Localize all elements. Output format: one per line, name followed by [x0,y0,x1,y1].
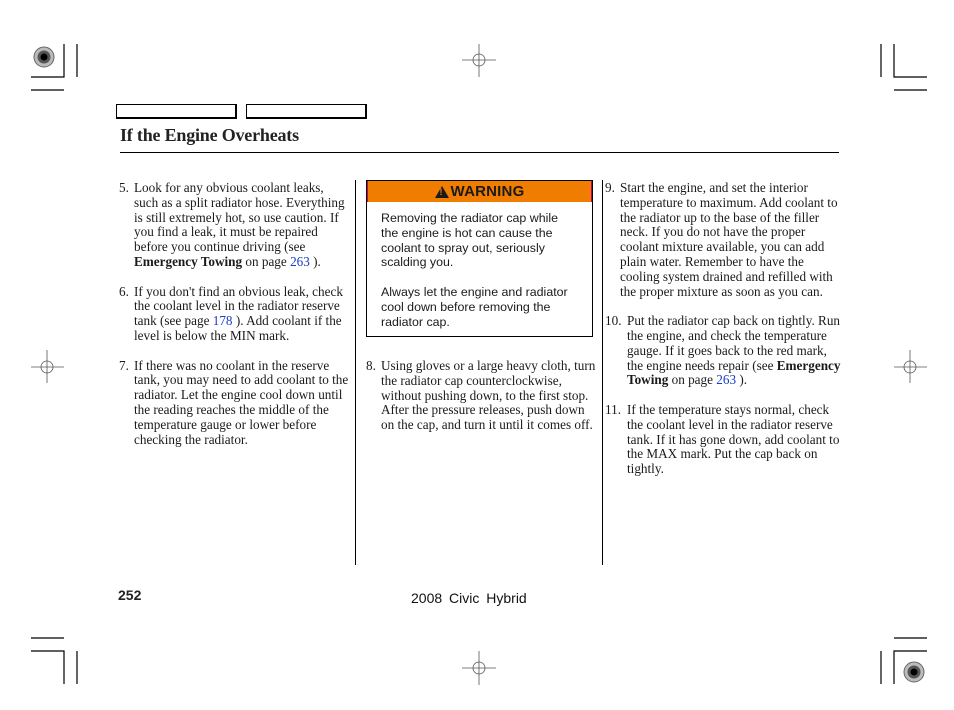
header-tab-2[interactable] [246,104,367,119]
warning-label: WARNING [450,183,525,200]
step-text: ). [736,372,748,388]
list-item: 5. Look for any obvious coolant leaks, su… [119,180,351,270]
cross-reference-title: Emergency Towing [134,253,243,269]
header-tab-1[interactable] [116,104,237,119]
column-divider-2 [602,180,603,565]
list-item: 6. If you don't find an obvious leak, che… [119,283,351,344]
step-number: 8. [366,358,376,373]
list-item: 7. If there was no coolant in the reserve… [119,357,351,448]
step-text: on page [242,253,291,269]
warning-header: WARNING [367,181,592,202]
step-number: 9. [605,180,615,195]
step-number: 7. [119,357,129,373]
column-left: 5. Look for any obvious coolant leaks, su… [119,180,351,462]
footer-model-name: 2008 Civic Hybrid [411,590,527,606]
step-number: 5. [119,180,129,195]
page-title: If the Engine Overheats [120,125,299,145]
step-number: 6. [119,283,129,299]
warning-triangle-icon [434,185,449,198]
page-link[interactable]: 263 [290,254,310,269]
step-text: ). [309,253,321,269]
step-text: Using gloves or a large heavy cloth, tur… [381,358,596,433]
list-item: 9. Start the engine, and set the interior… [605,180,841,299]
page-link[interactable]: 263 [716,372,736,387]
column-right: 9. Start the engine, and set the interior… [605,180,841,492]
step-text: Start the engine, and set the interior t… [620,180,838,299]
step-text: Look for any obvious coolant leaks, such… [134,180,345,255]
page-number: 252 [118,587,142,603]
step-text: If the temperature stays normal, check t… [627,401,840,477]
list-item: 11. If the temperature stays normal, chec… [605,401,841,477]
column-divider-1 [355,180,356,565]
list-item: 8. Using gloves or a large heavy cloth, t… [366,358,598,433]
warning-paragraph: Always let the engine and radiator cool … [381,285,568,329]
column-middle: 8. Using gloves or a large heavy cloth, t… [366,358,598,448]
step-text: on page [668,372,717,388]
step-number: 11. [605,401,621,417]
step-text: If there was no coolant in the reserve t… [134,357,349,447]
page-link[interactable]: 178 [213,313,233,328]
warning-paragraph: Removing the radiator cap while the engi… [381,211,559,270]
title-rule [120,152,839,153]
warning-body: Removing the radiator cap while the engi… [367,202,592,330]
list-item: 10. Put the radiator cap back on tightly.… [605,313,841,388]
warning-box: WARNING Removing the radiator cap while … [366,180,593,337]
step-number: 10. [605,313,622,329]
